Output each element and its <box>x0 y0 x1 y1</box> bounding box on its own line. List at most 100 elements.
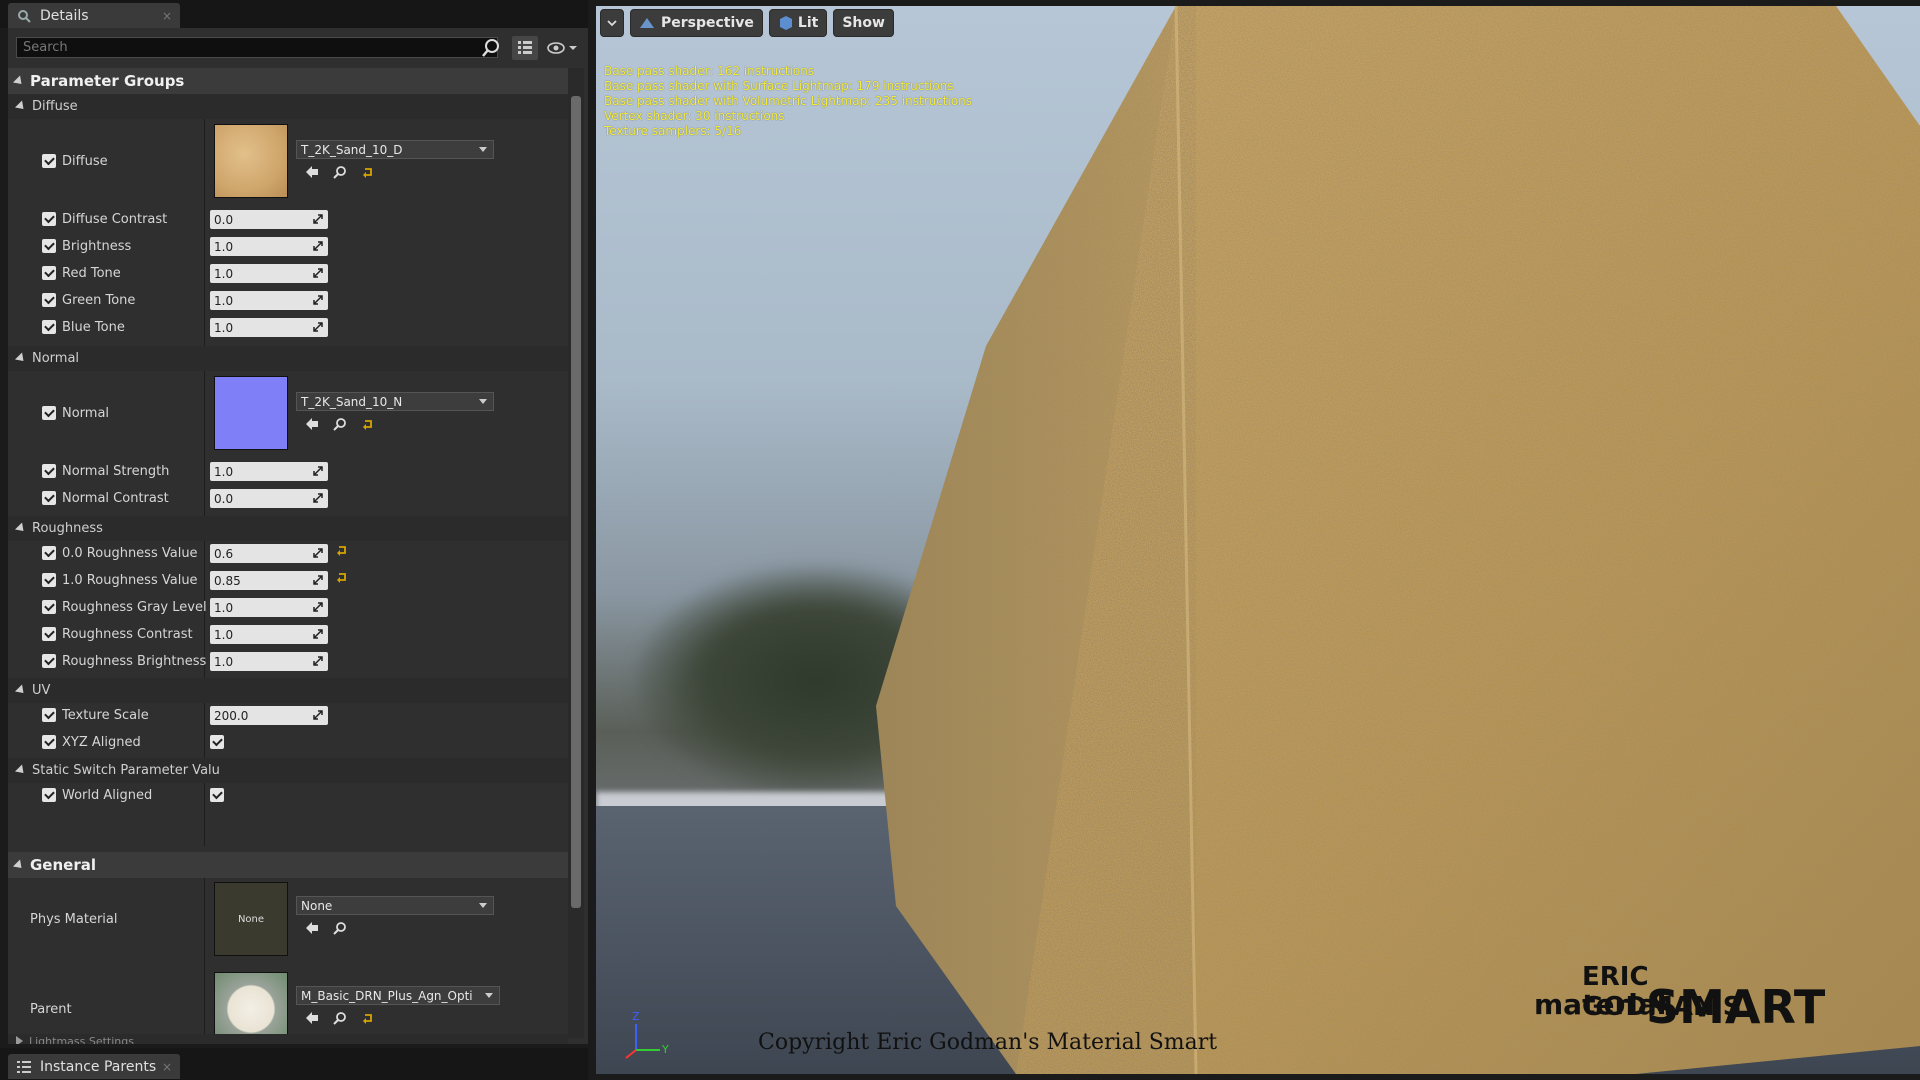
param-enable-checkbox[interactable] <box>42 573 56 587</box>
param-enable-checkbox[interactable] <box>42 491 56 505</box>
param-enable-checkbox[interactable] <box>42 735 56 749</box>
spin-arrows-icon[interactable] <box>312 213 324 225</box>
normal-asset-combo[interactable]: T_2K_Sand_10_N <box>296 392 494 411</box>
spin-arrows-icon[interactable] <box>312 465 324 477</box>
spin-arrows-icon[interactable] <box>312 294 324 306</box>
param-enable-checkbox[interactable] <box>42 788 56 802</box>
param-name: Normal Contrast <box>42 487 169 509</box>
browse-search-icon[interactable] <box>332 164 348 180</box>
parent-name: Parent <box>30 1001 72 1017</box>
instance-parents-tab[interactable]: Instance Parents × <box>8 1054 180 1079</box>
param-enable-checkbox[interactable] <box>42 320 56 334</box>
numeric-input[interactable]: 1.0 <box>210 264 328 283</box>
numeric-input[interactable]: 1.0 <box>210 462 328 481</box>
group-uv[interactable]: UV <box>8 678 568 703</box>
diffuse-enable-checkbox[interactable] <box>42 154 56 168</box>
numeric-input[interactable]: 1.0 <box>210 291 328 310</box>
numeric-input[interactable]: 0.6 <box>210 544 328 563</box>
phys-material-combo[interactable]: None <box>296 896 494 915</box>
param-enable-checkbox[interactable] <box>42 293 56 307</box>
reset-to-default-icon[interactable] <box>336 571 348 587</box>
numeric-input[interactable]: 1.0 <box>210 318 328 337</box>
normal-texture-row: Normal T_2K_Sand_10_N <box>8 372 568 456</box>
use-selected-arrow-icon[interactable] <box>304 1010 320 1026</box>
reset-to-default-icon[interactable] <box>360 416 376 432</box>
lit-button[interactable]: Lit <box>768 9 828 37</box>
normal-asset-actions <box>304 416 376 432</box>
spin-arrows-icon[interactable] <box>312 492 324 504</box>
viewport-options-dropdown[interactable] <box>600 9 624 37</box>
browse-search-icon[interactable] <box>332 920 348 936</box>
xyz-aligned-checkbox[interactable] <box>210 735 224 749</box>
prop-label: Normal Contrast <box>62 490 169 506</box>
normal-texture-thumbnail[interactable] <box>214 376 288 450</box>
reset-to-default-icon[interactable] <box>360 164 376 180</box>
close-icon[interactable]: × <box>162 9 172 23</box>
param-name: Normal Strength <box>42 460 169 482</box>
spin-arrows-icon[interactable] <box>312 709 324 721</box>
group-diffuse[interactable]: Diffuse <box>8 94 568 119</box>
spin-arrows-icon[interactable] <box>312 601 324 613</box>
reset-to-default-icon[interactable] <box>360 1010 376 1026</box>
numeric-input[interactable]: 0.0 <box>210 210 328 229</box>
numeric-value: 0.85 <box>214 573 241 588</box>
spin-arrows-icon[interactable] <box>312 574 324 586</box>
section-parameter-groups[interactable]: Parameter Groups <box>8 68 568 94</box>
spin-arrows-icon[interactable] <box>312 547 324 559</box>
stats-line: Base pass shader with Volumetric Lightma… <box>604 94 973 108</box>
group-normal[interactable]: Normal <box>8 346 568 371</box>
use-selected-arrow-icon[interactable] <box>304 416 320 432</box>
group-lightmass[interactable]: Lightmass Settings <box>8 1034 568 1044</box>
use-selected-arrow-icon[interactable] <box>304 920 320 936</box>
perspective-button[interactable]: Perspective <box>630 9 763 37</box>
scrollbar-thumb[interactable] <box>571 96 581 908</box>
param-enable-checkbox[interactable] <box>42 464 56 478</box>
param-enable-checkbox[interactable] <box>42 266 56 280</box>
group-static-switch[interactable]: Static Switch Parameter Valu <box>8 758 568 783</box>
spin-arrows-icon[interactable] <box>312 321 324 333</box>
section-general[interactable]: General <box>8 852 568 878</box>
search-input[interactable]: Search <box>16 37 498 58</box>
numeric-input[interactable]: 200.0 <box>210 706 328 725</box>
details-scrollbar[interactable] <box>568 68 584 1038</box>
param-enable-checkbox[interactable] <box>42 600 56 614</box>
normal-enable-checkbox[interactable] <box>42 406 56 420</box>
close-icon[interactable]: × <box>162 1060 172 1074</box>
numeric-input[interactable]: 1.0 <box>210 237 328 256</box>
param-name: Diffuse Contrast <box>42 208 167 230</box>
spin-arrows-icon[interactable] <box>312 655 324 667</box>
diffuse-texture-thumbnail[interactable] <box>214 124 288 198</box>
show-button[interactable]: Show <box>833 9 894 37</box>
spin-arrows-icon[interactable] <box>312 267 324 279</box>
view-options-grid-icon[interactable] <box>512 36 538 60</box>
collapse-arrow-icon <box>14 100 28 113</box>
spin-arrows-icon[interactable] <box>312 240 324 252</box>
param-enable-checkbox[interactable] <box>42 627 56 641</box>
numeric-input[interactable]: 1.0 <box>210 652 328 671</box>
reset-to-default-icon[interactable] <box>336 544 348 560</box>
browse-search-icon[interactable] <box>332 1010 348 1026</box>
param-enable-checkbox[interactable] <box>42 239 56 253</box>
collapse-arrow-icon <box>14 764 28 777</box>
browse-search-icon[interactable] <box>332 416 348 432</box>
parent-material-combo[interactable]: M_Basic_DRN_Plus_Agn_Opti <box>296 986 500 1005</box>
spin-arrows-icon[interactable] <box>312 628 324 640</box>
numeric-input[interactable]: 1.0 <box>210 625 328 644</box>
phys-material-thumbnail[interactable]: None <box>214 882 288 956</box>
viewport[interactable]: Perspective Lit Show Base pass shader: 1… <box>596 6 1920 1074</box>
numeric-input[interactable]: 0.0 <box>210 489 328 508</box>
param-enable-checkbox[interactable] <box>42 546 56 560</box>
numeric-input[interactable]: 0.85 <box>210 571 328 590</box>
param-enable-checkbox[interactable] <box>42 654 56 668</box>
visibility-eye-icon[interactable] <box>544 36 580 60</box>
param-enable-checkbox[interactable] <box>42 212 56 226</box>
group-roughness[interactable]: Roughness <box>8 516 568 541</box>
param-enable-checkbox[interactable] <box>42 708 56 722</box>
use-selected-arrow-icon[interactable] <box>304 164 320 180</box>
param-row: Texture Scale 200.0 <box>8 704 568 726</box>
search-icon[interactable] <box>480 37 502 59</box>
details-tab[interactable]: Details × <box>8 3 180 28</box>
numeric-input[interactable]: 1.0 <box>210 598 328 617</box>
world-aligned-checkbox[interactable] <box>210 788 224 802</box>
diffuse-asset-combo[interactable]: T_2K_Sand_10_D <box>296 140 494 159</box>
